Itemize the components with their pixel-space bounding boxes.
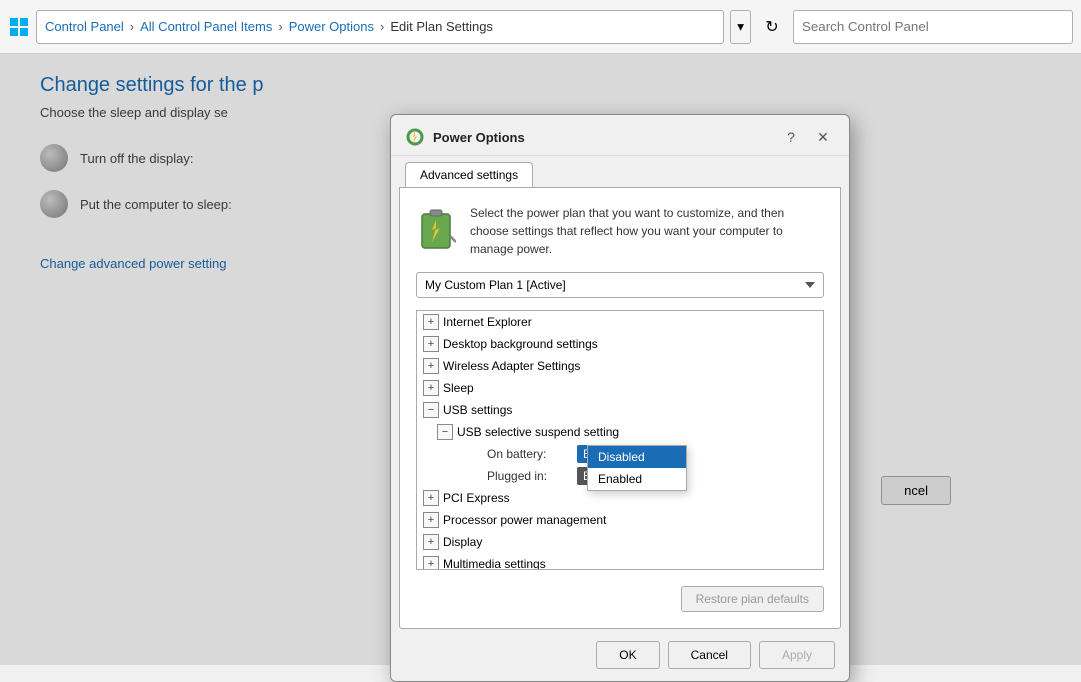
dropdown-option-disabled[interactable]: Disabled [588,446,686,468]
dialog-close-button[interactable]: ✕ [811,125,835,149]
breadcrumb-control-panel[interactable]: Control Panel [45,19,124,34]
plan-dropdown[interactable]: My Custom Plan 1 [Active] [416,272,824,298]
tree-item-sleep[interactable]: + Sleep [417,377,823,399]
windows-icon [8,16,30,38]
tree-item-wireless[interactable]: + Wireless Adapter Settings [417,355,823,377]
tree-item-display[interactable]: + Display [417,531,823,553]
tree-item-multimedia[interactable]: + Multimedia settings [417,553,823,570]
expand-icon-sleep[interactable]: + [423,380,439,396]
plugged-in-label: Plugged in: [487,469,577,483]
expand-icon-usb-suspend[interactable]: − [437,424,453,440]
tree-item-desktop-bg[interactable]: + Desktop background settings [417,333,823,355]
expand-icon-ie[interactable]: + [423,314,439,330]
main-content: Change settings for the p Choose the sle… [0,54,1081,665]
tree-item-usb[interactable]: − USB settings [417,399,823,421]
breadcrumb-sep-2: › [278,19,282,34]
search-input[interactable] [793,10,1073,44]
expand-icon-multimedia[interactable]: + [423,556,439,570]
on-battery-label: On battery: [487,447,577,461]
refresh-button[interactable]: ↻ [757,12,787,42]
dialog-help-button[interactable]: ? [779,125,803,149]
breadcrumb-power-options[interactable]: Power Options [289,19,374,34]
tree-label-desktop: Desktop background settings [443,337,598,351]
dialog-description-text: Select the power plan that you want to c… [470,204,824,258]
dialog-body: Select the power plan that you want to c… [399,187,841,629]
dialog-footer: OK Cancel Apply [391,629,849,681]
expand-icon-pci[interactable]: + [423,490,439,506]
expand-icon-processor[interactable]: + [423,512,439,528]
tree-item-usb-suspend[interactable]: − USB selective suspend setting [417,421,823,443]
tree-label-usb-suspend: USB selective suspend setting [457,425,619,439]
tree-label-processor: Processor power management [443,513,606,527]
dialog-battery-icon [416,204,456,252]
expand-icon-desktop[interactable]: + [423,336,439,352]
tree-label-multimedia: Multimedia settings [443,557,546,570]
tree-label-usb: USB settings [443,403,512,417]
breadcrumb-edit-plan: Edit Plan Settings [390,19,493,34]
tree-label-pci: PCI Express [443,491,510,505]
breadcrumb-all-items[interactable]: All Control Panel Items [140,19,272,34]
dialog-description-row: Select the power plan that you want to c… [416,204,824,258]
tree-item-processor[interactable]: + Processor power management [417,509,823,531]
tree-container[interactable]: + Internet Explorer + Desktop background… [416,310,824,570]
tree-label-ie: Internet Explorer [443,315,532,329]
breadcrumb-sep-3: › [380,19,384,34]
expand-icon-wireless[interactable]: + [423,358,439,374]
breadcrumb-dropdown-button[interactable]: ▾ [730,10,751,44]
expand-icon-display[interactable]: + [423,534,439,550]
breadcrumb-sep-1: › [130,19,134,34]
breadcrumb: Control Panel › All Control Panel Items … [36,10,724,44]
address-bar: Control Panel › All Control Panel Items … [0,0,1081,54]
restore-defaults-button[interactable]: Restore plan defaults [681,586,824,612]
dialog-tab-bar: Advanced settings [391,156,849,187]
dialog-titlebar: Power Options ? ✕ [391,115,849,156]
dialog-title-text: Power Options [433,130,771,145]
tree-label-sleep: Sleep [443,381,474,395]
tree-item-internet-explorer[interactable]: + Internet Explorer [417,311,823,333]
battery-dropdown-menu[interactable]: Disabled Enabled [587,445,687,491]
expand-icon-usb[interactable]: − [423,402,439,418]
on-battery-row: On battery: Enabled Disabled Enabled [417,443,823,465]
dialog-power-icon [405,127,425,147]
tree-label-wireless: Wireless Adapter Settings [443,359,580,373]
tab-advanced-settings[interactable]: Advanced settings [405,162,533,187]
power-options-dialog: Power Options ? ✕ Advanced settings [390,114,850,682]
tree-label-display: Display [443,535,482,549]
dropdown-option-enabled[interactable]: Enabled [588,468,686,490]
